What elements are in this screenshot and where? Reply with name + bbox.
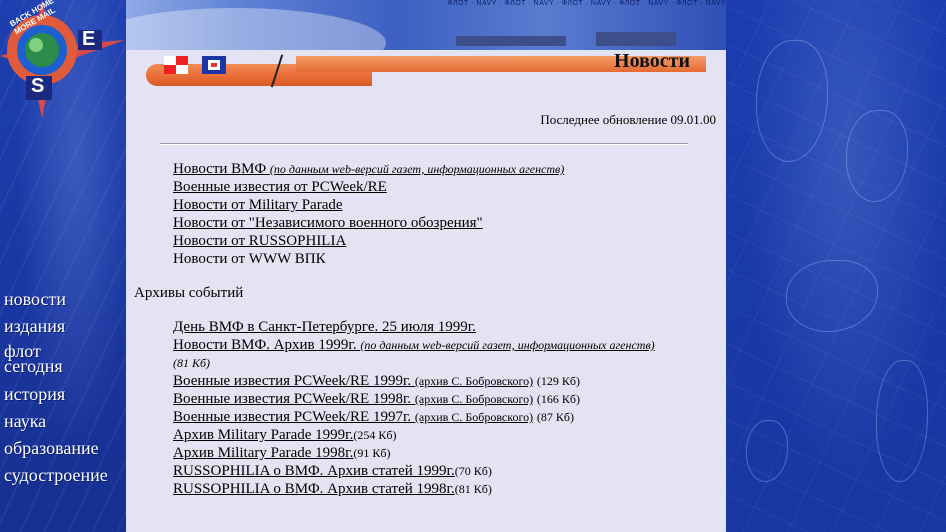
east-letter: E bbox=[82, 28, 96, 50]
list-item: Военные известия от PCWeek/RE bbox=[173, 178, 564, 196]
archive-link[interactable]: Военные известия PCWeek/RE 1998г. (архив… bbox=[173, 391, 533, 407]
ship-silhouette bbox=[456, 36, 566, 46]
list-item: Новости от Military Parade bbox=[173, 196, 564, 214]
navy-text-strip: ФЛОТ · NAVY · ФЛОТ · NAVY · ФЛОТ · NAVY … bbox=[447, 0, 726, 7]
header-banner: ФЛОТ · NAVY · ФЛОТ · NAVY · ФЛОТ · NAVY … bbox=[126, 0, 726, 50]
news-link[interactable]: Новости от RUSSOPHILIA bbox=[173, 233, 346, 249]
list-item: Новости от RUSSOPHILIA bbox=[173, 232, 564, 250]
list-item: RUSSOPHILIA о ВМФ. Архив статей 1998г.(8… bbox=[173, 480, 655, 498]
file-size: (91 Кб) bbox=[353, 446, 391, 460]
news-text: Новости от WWW ВПК bbox=[173, 251, 326, 267]
archive-link[interactable]: Новости ВМФ. Архив 1999г. (по данным web… bbox=[173, 337, 655, 353]
sidenav-item-education[interactable]: образование bbox=[4, 439, 108, 463]
divider bbox=[160, 143, 688, 145]
archive-link[interactable]: RUSSOPHILIA о ВМФ. Архив статей 1999г. bbox=[173, 463, 455, 479]
list-item: RUSSOPHILIA о ВМФ. Архив статей 1999г.(7… bbox=[173, 462, 655, 480]
file-size: (70 Кб) bbox=[454, 464, 492, 478]
side-navigation: новости издания флот сегодня история нау… bbox=[4, 290, 108, 493]
list-item: Новости ВМФ (по данным web-версий газет,… bbox=[173, 160, 564, 178]
page-title: Новости bbox=[614, 50, 690, 72]
signal-flag-icon bbox=[164, 56, 188, 74]
sidenav-item-science[interactable]: наука bbox=[4, 412, 108, 436]
list-item: Архив Military Parade 1998г.(91 Кб) bbox=[173, 444, 655, 462]
archive-link[interactable]: Военные известия PCWeek/RE 1997г. (архив… bbox=[173, 409, 533, 425]
compass-logo[interactable]: BACK HOME MORE MAIL E S bbox=[0, 0, 126, 120]
sidenav-item-news[interactable]: новости bbox=[4, 290, 108, 314]
list-item: Архив Military Parade 1999г.(254 Кб) bbox=[173, 426, 655, 444]
list-item: Военные известия PCWeek/RE 1997г. (архив… bbox=[173, 408, 655, 426]
content-panel: Новости Последнее обновление 09.01.00 Но… bbox=[126, 50, 726, 532]
archive-link[interactable]: Архив Military Parade 1999г. bbox=[173, 427, 353, 443]
archive-link[interactable]: Военные известия PCWeek/RE 1999г. (архив… bbox=[173, 373, 533, 389]
news-link[interactable]: Новости от Military Parade bbox=[173, 197, 343, 213]
news-link[interactable]: Новости от "Независимого военного обозре… bbox=[173, 215, 483, 231]
archive-link[interactable]: RUSSOPHILIA о ВМФ. Архив статей 1998г. bbox=[173, 481, 455, 497]
list-item: Новости от WWW ВПК bbox=[173, 250, 564, 268]
news-link[interactable]: Новости ВМФ (по данным web-версий газет,… bbox=[173, 161, 564, 177]
archive-list: День ВМФ в Санкт-Петербурге. 25 июля 199… bbox=[173, 318, 655, 498]
file-size: (81 Кб) bbox=[173, 356, 210, 370]
south-letter: S bbox=[31, 75, 45, 97]
news-link[interactable]: Военные известия от PCWeek/RE bbox=[173, 179, 387, 195]
list-item: Военные известия PCWeek/RE 1998г. (архив… bbox=[173, 390, 655, 408]
sidenav-item-fleet-today[interactable]: флот сегодня bbox=[4, 342, 84, 382]
right-map-background bbox=[726, 0, 946, 532]
signal-flag-icon bbox=[202, 56, 226, 74]
sidenav-item-shipbuilding[interactable]: судостроение bbox=[4, 466, 108, 490]
title-bar: Новости bbox=[146, 50, 706, 88]
ship-silhouette bbox=[596, 32, 676, 46]
wave-graphic bbox=[126, 8, 386, 50]
list-item: Новости ВМФ. Архив 1999г. (по данным web… bbox=[173, 336, 655, 354]
list-item: (81 Кб) bbox=[173, 354, 655, 372]
file-size: (81 Кб) bbox=[454, 482, 492, 496]
file-size: (87 Кб) bbox=[536, 410, 574, 424]
last-updated: Последнее обновление 09.01.00 bbox=[540, 112, 716, 127]
sidenav-item-history[interactable]: история bbox=[4, 385, 108, 409]
archive-link[interactable]: Архив Military Parade 1998г. bbox=[173, 445, 353, 461]
sidenav-item-publications[interactable]: издания bbox=[4, 317, 108, 341]
archive-heading: Архивы событий bbox=[134, 285, 244, 301]
list-item: День ВМФ в Санкт-Петербурге. 25 июля 199… bbox=[173, 318, 655, 336]
file-size: (129 Кб) bbox=[536, 374, 580, 388]
file-size: (166 Кб) bbox=[536, 392, 580, 406]
news-link-list: Новости ВМФ (по данным web-версий газет,… bbox=[173, 160, 564, 268]
archive-link[interactable]: День ВМФ в Санкт-Петербурге. 25 июля 199… bbox=[173, 319, 476, 335]
list-item: Военные известия PCWeek/RE 1999г. (архив… bbox=[173, 372, 655, 390]
list-item: Новости от "Независимого военного обозре… bbox=[173, 214, 564, 232]
file-size: (254 Кб) bbox=[353, 428, 397, 442]
